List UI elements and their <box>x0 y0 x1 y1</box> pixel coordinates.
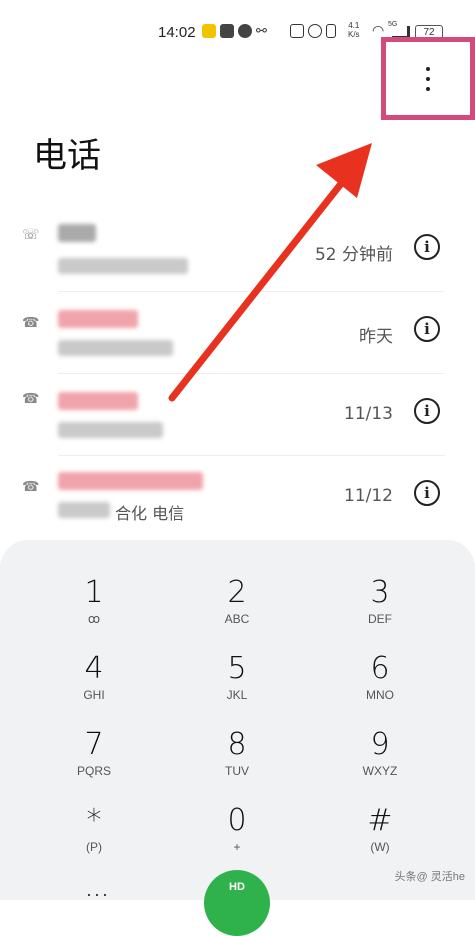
notification-icon <box>202 24 216 38</box>
call-time: 昨天 <box>359 327 393 347</box>
key-star[interactable]: * (P) <box>34 804 154 876</box>
key-hash[interactable]: # (W) <box>320 804 440 876</box>
key-5[interactable]: 5 JKL <box>177 652 297 724</box>
call-time: 11/13 <box>344 404 393 424</box>
call-log-row[interactable]: ☎ 昨天 i <box>0 292 475 374</box>
info-icon[interactable]: i <box>414 398 440 424</box>
voicemail-icon: ꝏ <box>87 612 101 626</box>
carrier-label: 合化 电信 <box>115 504 185 523</box>
wifi-icon: ◠ <box>372 22 385 38</box>
outgoing-call-icon: ☎ <box>22 314 40 330</box>
more-vertical-icon <box>426 86 430 91</box>
key-6[interactable]: 6 MNO <box>320 652 440 724</box>
key-8[interactable]: 8 TUV <box>177 728 297 800</box>
info-icon[interactable]: i <box>414 316 440 342</box>
key-9[interactable]: 9 WXYZ <box>320 728 440 800</box>
more-vertical-icon <box>426 66 430 71</box>
contact-name <box>58 310 138 328</box>
notification-icon <box>238 24 252 38</box>
contact-detail <box>58 340 173 356</box>
more-vertical-icon <box>426 76 430 81</box>
contact-detail <box>58 422 163 438</box>
keypad-menu-icon[interactable]: ··· <box>86 884 110 905</box>
key-2[interactable]: 2 ABC <box>177 576 297 648</box>
incoming-call-icon: ☏ <box>22 226 40 242</box>
contact-name <box>58 224 96 242</box>
page-title: 电话 <box>33 136 101 176</box>
more-options-button[interactable] <box>381 37 475 120</box>
contact-detail <box>58 258 188 274</box>
vibrate-icon <box>326 24 336 38</box>
notification-icon: ⚯ <box>256 23 267 38</box>
notification-icon <box>220 24 234 38</box>
call-time: 11/12 <box>344 486 393 506</box>
alarm-icon <box>308 24 322 38</box>
outgoing-call-icon: ☎ <box>22 478 40 494</box>
nfc-icon <box>290 24 304 38</box>
status-time: 14:02 <box>158 24 196 41</box>
call-log-row[interactable]: ☎ 11/13 i <box>0 374 475 456</box>
missed-call-icon: ☎ <box>22 390 40 406</box>
info-icon[interactable]: i <box>414 234 440 260</box>
key-0[interactable]: 0 + <box>177 804 297 876</box>
key-3[interactable]: 3 DEF <box>320 576 440 648</box>
watermark: 头条@ 灵活he <box>394 871 465 883</box>
contact-name <box>58 472 203 490</box>
call-time: 52 分钟前 <box>314 245 393 265</box>
key-1[interactable]: 1ꝏ <box>34 576 154 648</box>
hd-call-icon: HD <box>229 881 245 893</box>
arrow-head <box>316 143 372 198</box>
contact-detail <box>58 502 110 518</box>
network-speed: 4.1 K/s <box>348 21 360 39</box>
call-log-row[interactable]: ☎ 11/12 i <box>0 456 475 538</box>
info-icon[interactable]: i <box>414 480 440 506</box>
call-log-row[interactable]: ☏ 52 分钟前 i <box>0 210 475 292</box>
key-4[interactable]: 4 GHI <box>34 652 154 724</box>
call-button[interactable]: HD <box>204 870 270 936</box>
key-7[interactable]: 7 PQRS <box>34 728 154 800</box>
contact-name <box>58 392 138 410</box>
